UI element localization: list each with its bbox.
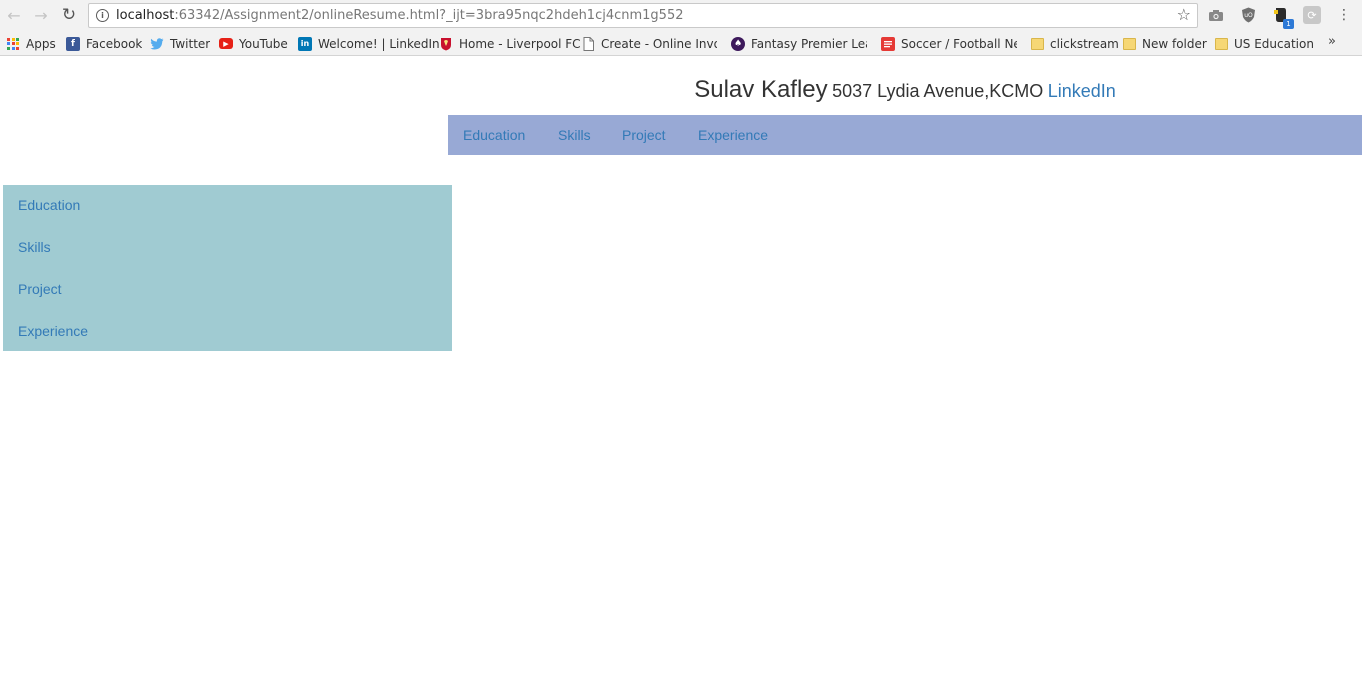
- bookmark-folder-us-education[interactable]: US Education: [1215, 35, 1314, 52]
- bookmark-label: New folder: [1142, 36, 1207, 51]
- sidenav-project-link[interactable]: Project: [18, 281, 62, 297]
- ublock-shield-icon[interactable]: uO: [1239, 6, 1257, 24]
- bookmark-fantasy-premier-league[interactable]: ♠ Fantasy Premier Leag: [731, 35, 867, 52]
- forward-arrow-icon[interactable]: →: [30, 4, 52, 26]
- bookmark-label: Soccer / Football New: [901, 36, 1017, 51]
- header-line: Sulav Kafley 5037 Lydia Avenue,KCMO Link…: [448, 76, 1362, 104]
- topnav-project-link[interactable]: Project: [622, 127, 666, 143]
- bookmark-label: clickstream: [1050, 36, 1119, 51]
- sidenav-skills-link[interactable]: Skills: [18, 239, 51, 255]
- back-arrow-icon[interactable]: ←: [3, 4, 25, 26]
- evernote-icon[interactable]: 1: [1271, 6, 1294, 29]
- bookmark-twitter[interactable]: Twitter: [150, 35, 210, 52]
- resume-name: Sulav Kafley: [694, 76, 828, 103]
- twitter-icon: [150, 37, 164, 51]
- resume-address: 5037 Lydia Avenue,KCMO: [832, 81, 1044, 101]
- linkedin-link[interactable]: LinkedIn: [1048, 81, 1116, 101]
- resume-header: Sulav Kafley 5037 Lydia Avenue,KCMO Link…: [448, 56, 1362, 115]
- sidenav-education-link[interactable]: Education: [18, 197, 80, 213]
- page-icon: [581, 36, 595, 51]
- bookmark-facebook[interactable]: f Facebook: [66, 35, 142, 52]
- topnav-skills-link[interactable]: Skills: [558, 127, 591, 143]
- camera-icon[interactable]: [1207, 6, 1225, 24]
- folder-icon: [1031, 37, 1044, 50]
- url-path: :63342/Assignment2/onlineResume.html?_ij…: [174, 8, 684, 23]
- extension-icon[interactable]: ⟳: [1303, 6, 1321, 24]
- sidenav-experience-link[interactable]: Experience: [18, 323, 88, 339]
- extension-badge: 1: [1283, 19, 1294, 29]
- info-icon[interactable]: i: [96, 9, 109, 22]
- soccer-news-icon: [881, 36, 895, 51]
- url-host: localhost: [116, 8, 175, 23]
- bookmarks-overflow-chevron-icon[interactable]: »: [1328, 34, 1336, 49]
- premier-league-icon: ♠: [731, 36, 745, 51]
- bookmark-label: Home - Liverpool FC: [459, 36, 581, 51]
- facebook-icon: f: [66, 36, 80, 51]
- bookmark-label: Fantasy Premier Leag: [751, 36, 867, 51]
- bookmarks-bar: Apps f Facebook Twitter ▶ YouTube in Wel…: [0, 31, 1362, 56]
- address-bar[interactable]: i localhost:63342/Assignment2/onlineResu…: [88, 3, 1198, 28]
- bookmark-apps[interactable]: Apps: [6, 35, 56, 52]
- youtube-icon: ▶: [219, 38, 233, 49]
- bookmark-label: YouTube: [239, 36, 288, 51]
- bookmark-label: Apps: [26, 36, 56, 51]
- bookmark-label: Create - Online Invoic: [601, 36, 717, 51]
- bookmark-label: Facebook: [86, 36, 143, 51]
- bookmark-folder-clickstream[interactable]: clickstream: [1031, 35, 1119, 52]
- bookmark-label: Twitter: [170, 36, 211, 51]
- bookmark-label: US Education: [1234, 36, 1314, 51]
- topnav-experience-link[interactable]: Experience: [698, 127, 768, 143]
- bookmark-label: Welcome! | LinkedIn: [318, 36, 440, 51]
- folder-icon: [1123, 37, 1136, 50]
- bookmark-liverpool[interactable]: Home - Liverpool FC: [439, 35, 581, 52]
- bookmark-create-invoice[interactable]: Create - Online Invoic: [581, 35, 717, 52]
- apps-grid-icon: [6, 37, 20, 51]
- liverpool-icon: [439, 37, 453, 51]
- bookmark-youtube[interactable]: ▶ YouTube: [219, 35, 288, 52]
- reload-icon[interactable]: ↻: [58, 4, 80, 26]
- top-navigation: Education Skills Project Experience: [448, 115, 1362, 155]
- topnav-education-link[interactable]: Education: [463, 127, 525, 143]
- bookmark-soccer-news[interactable]: Soccer / Football New: [881, 35, 1017, 52]
- bookmark-linkedin[interactable]: in Welcome! | LinkedIn: [298, 35, 440, 52]
- bookmark-star-icon[interactable]: ☆: [1177, 5, 1191, 24]
- browser-toolbar: ← → ↻ i localhost:63342/Assignment2/onli…: [0, 0, 1362, 31]
- linkedin-icon: in: [298, 36, 312, 51]
- url-text[interactable]: localhost:63342/Assignment2/onlineResume…: [116, 8, 684, 23]
- folder-icon: [1215, 37, 1228, 50]
- side-navigation: Education Skills Project Experience: [3, 185, 452, 351]
- svg-text:uO: uO: [1244, 12, 1253, 19]
- bookmark-folder-new-folder[interactable]: New folder: [1123, 35, 1207, 52]
- browser-menu-icon[interactable]: ⋮: [1336, 6, 1352, 24]
